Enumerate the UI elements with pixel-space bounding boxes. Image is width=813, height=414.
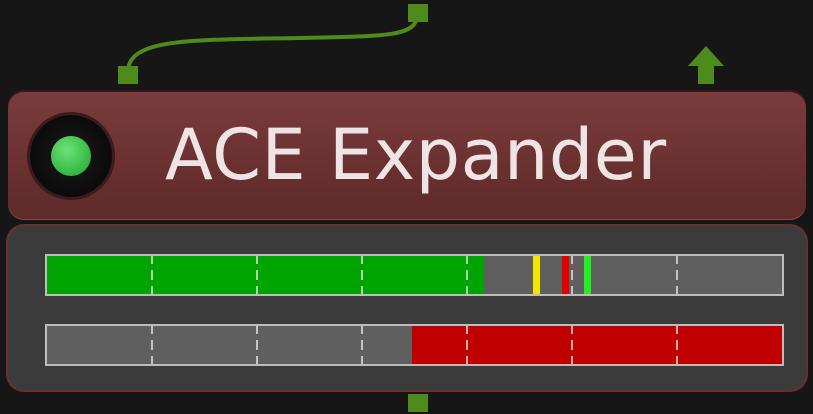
current-marker bbox=[584, 256, 592, 294]
left-input-port[interactable] bbox=[118, 66, 138, 84]
gain-reduction-meter bbox=[45, 324, 784, 366]
meter-tick bbox=[675, 326, 678, 364]
meter-tick bbox=[361, 256, 364, 294]
level-meter bbox=[45, 254, 784, 296]
led-icon[interactable] bbox=[30, 115, 112, 197]
meter-tick bbox=[151, 256, 154, 294]
status-led-light bbox=[51, 136, 91, 176]
meter-tick bbox=[256, 326, 259, 364]
meter-tick bbox=[465, 326, 468, 364]
meter-tick bbox=[570, 256, 573, 294]
meter-tick bbox=[151, 326, 154, 364]
level-meter-fill bbox=[47, 256, 485, 294]
meter-tick bbox=[465, 256, 468, 294]
node-graph-canvas: ACE Expander bbox=[0, 0, 813, 414]
top-input-port[interactable] bbox=[408, 4, 428, 22]
node-title: ACE Expander bbox=[165, 114, 667, 196]
meter-tick bbox=[570, 326, 573, 364]
threshold-marker bbox=[532, 256, 540, 294]
meter-tick bbox=[675, 256, 678, 294]
up-arrow-icon[interactable] bbox=[686, 44, 726, 86]
peak-marker bbox=[562, 256, 570, 294]
gain-reduction-meter-fill bbox=[412, 326, 782, 364]
meter-tick bbox=[256, 256, 259, 294]
meter-tick bbox=[361, 326, 364, 364]
bottom-output-port[interactable] bbox=[408, 394, 428, 412]
